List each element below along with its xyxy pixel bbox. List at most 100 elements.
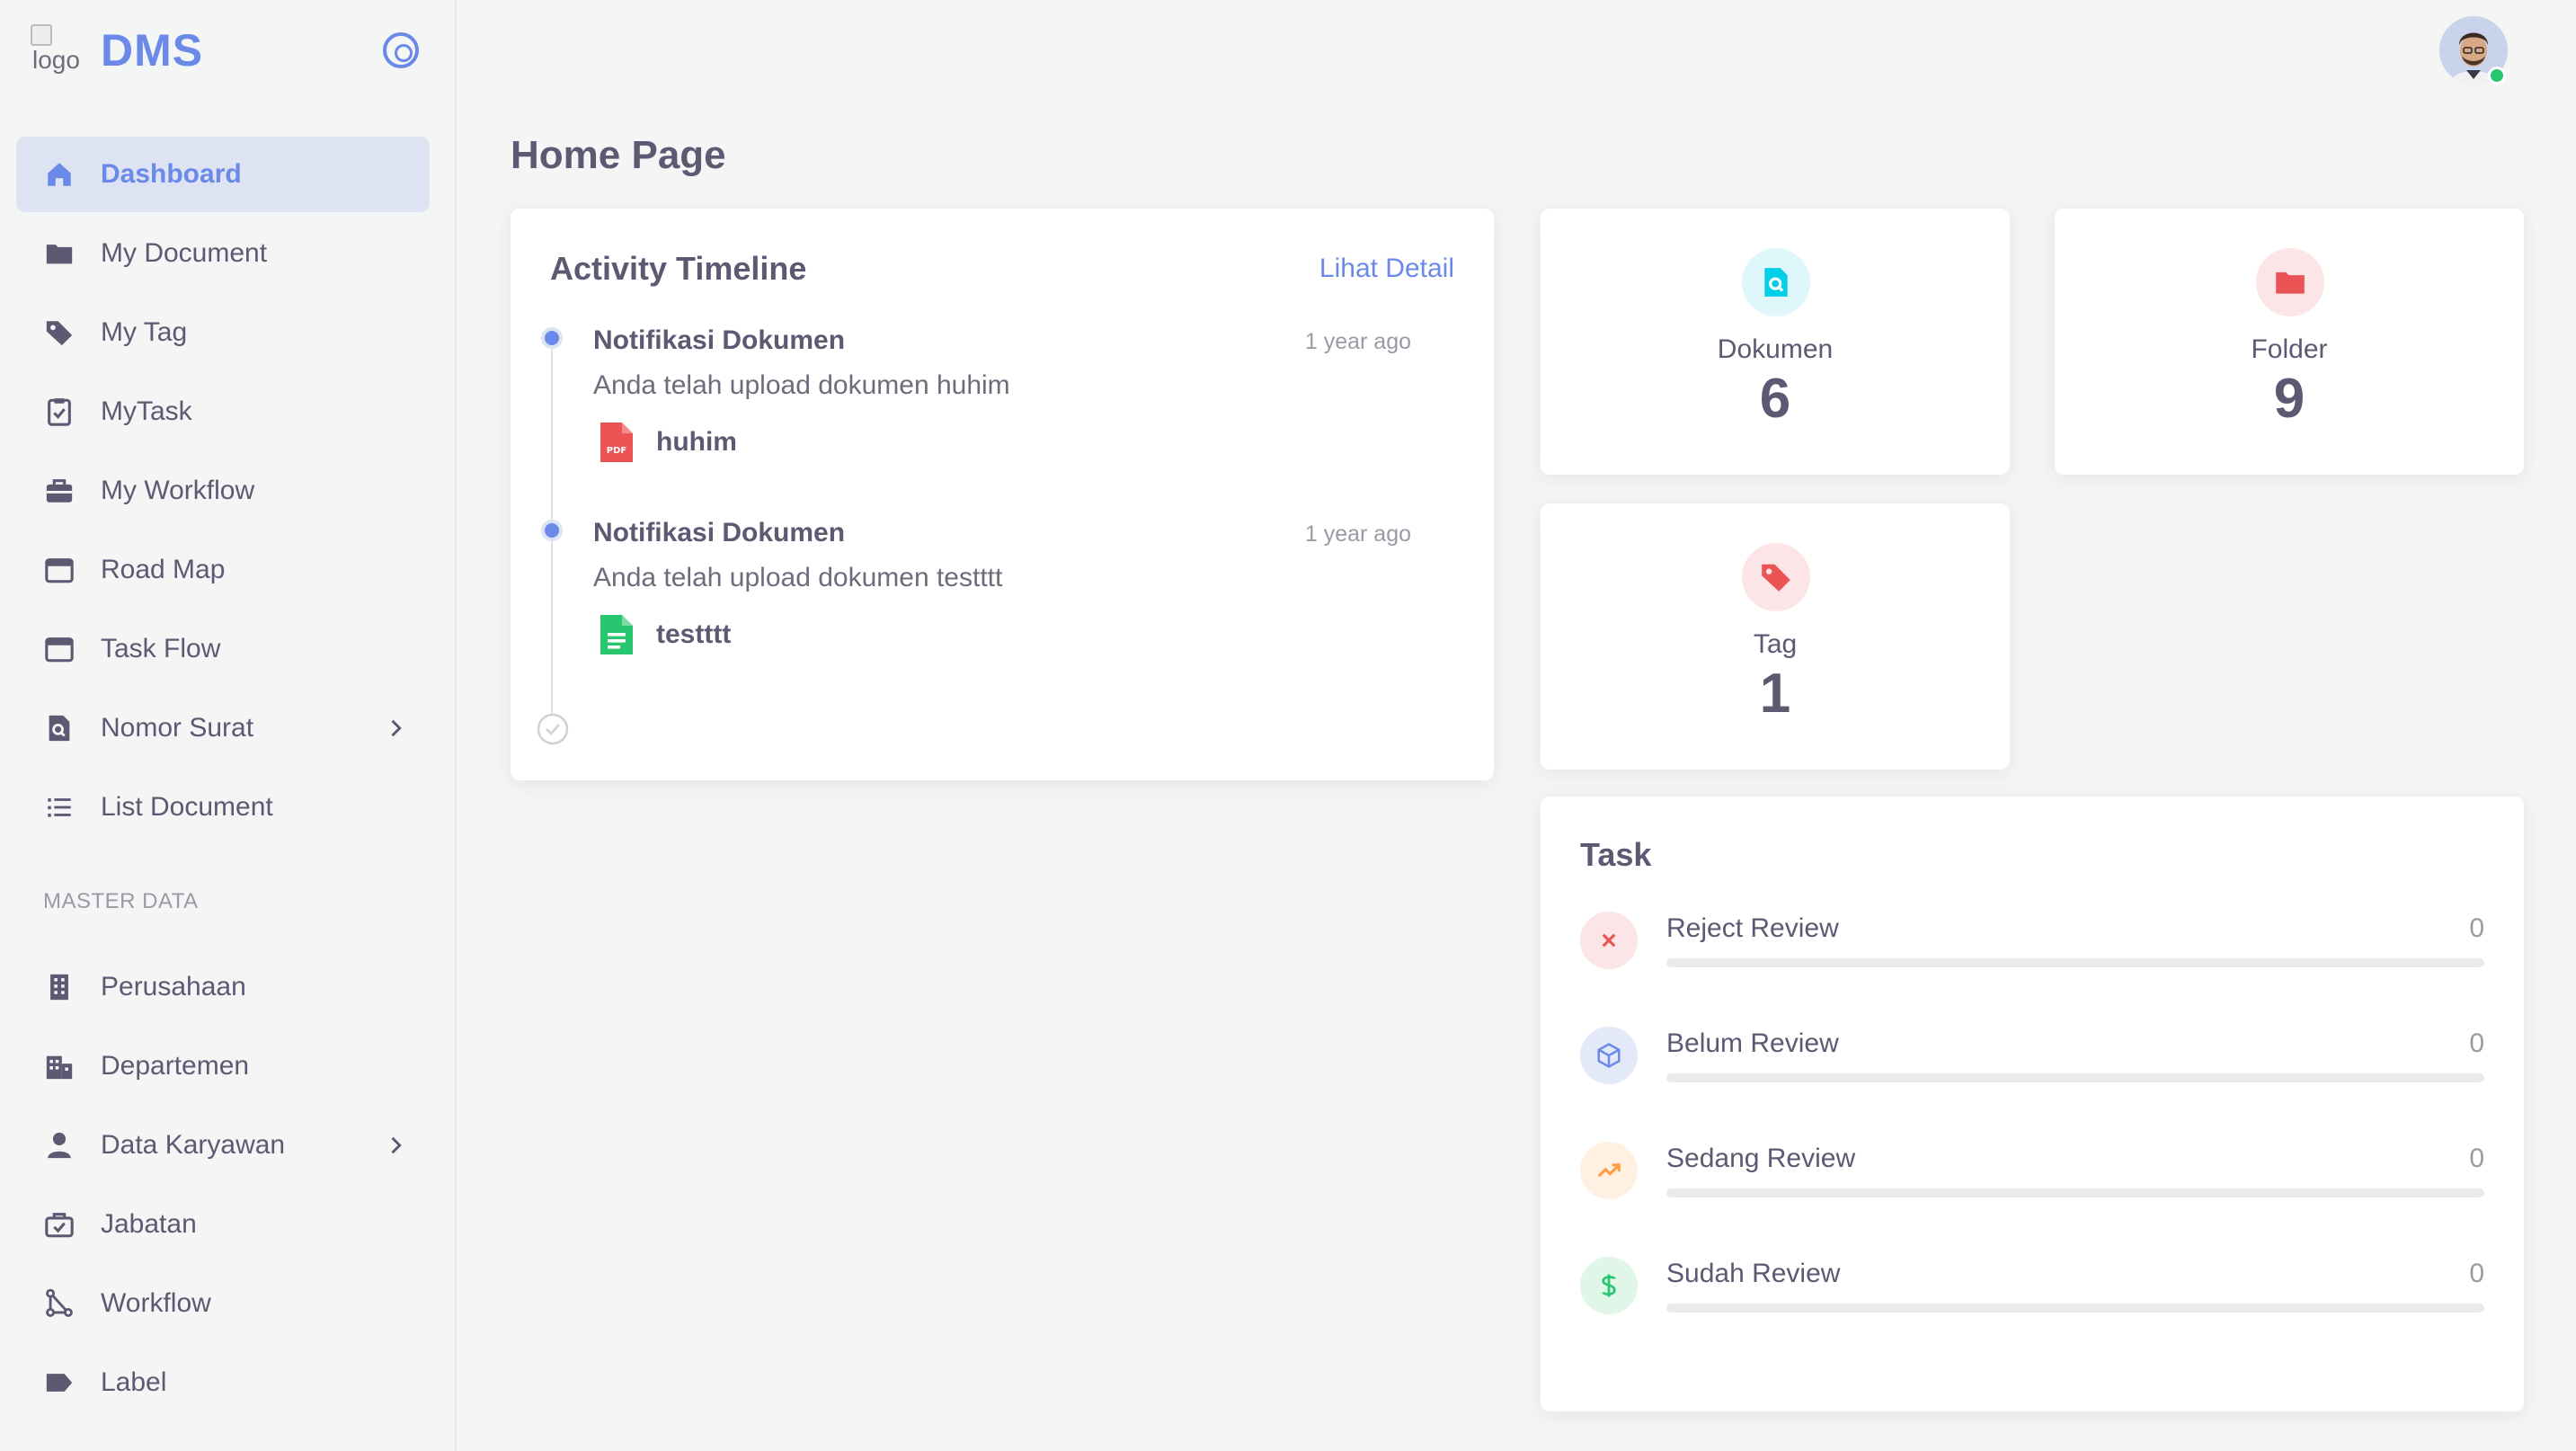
stat-card-tag[interactable]: Tag 1 <box>1541 503 2010 770</box>
sidebar-item-label: Label <box>101 1367 167 1397</box>
task-card: Task Reject Review 0 Belum Review 0 Seda… <box>1541 797 2524 1411</box>
briefcase-check-icon <box>43 1208 76 1241</box>
sidebar-item-departemen[interactable]: Departemen <box>16 1028 430 1104</box>
sidebar-item-label: List Document <box>101 792 273 822</box>
folder-icon <box>43 237 76 270</box>
window-icon <box>43 554 76 586</box>
sidebar-item-my-tag[interactable]: My Tag <box>16 295 430 370</box>
user-icon <box>43 1129 76 1162</box>
sidebar-item-task-flow[interactable]: Task Flow <box>16 611 430 687</box>
task-value: 0 <box>2469 1028 2484 1058</box>
stat-label: Tag <box>1753 629 1798 659</box>
dollar-icon <box>1580 1257 1638 1314</box>
chevron-right-icon <box>391 1136 402 1154</box>
logo-alt-text: logo <box>32 46 80 74</box>
stat-value: 6 <box>1759 368 1791 430</box>
buildings-icon <box>43 1050 76 1082</box>
timeline-title: Activity Timeline <box>550 250 807 287</box>
box-icon <box>1580 1027 1638 1084</box>
document-search-icon <box>1742 248 1810 316</box>
sidebar-item-label: Data Karyawan <box>101 1130 286 1160</box>
sidebar-item-road-map[interactable]: Road Map <box>16 532 430 608</box>
task-label: Sudah Review <box>1666 1259 1841 1288</box>
document-file-icon <box>600 615 633 654</box>
stat-card-dokumen[interactable]: Dokumen 6 <box>1541 209 2010 475</box>
task-progress-bar <box>1666 1073 2484 1082</box>
sidebar-item-list-document[interactable]: List Document <box>16 770 430 845</box>
list-icon <box>43 791 76 823</box>
check-circle-icon <box>537 713 569 745</box>
sidebar-item-label-menu[interactable]: Label <box>16 1345 430 1420</box>
sidebar-item-dashboard[interactable]: Dashboard <box>16 137 430 212</box>
timeline-file-attachment[interactable]: testttt <box>599 613 731 656</box>
timeline-file-name: testttt <box>656 619 732 649</box>
brand-name: DMS <box>101 25 204 76</box>
master-data-header: MASTER DATA <box>43 889 199 913</box>
stat-card-folder[interactable]: Folder 9 <box>2055 209 2524 475</box>
workflow-icon <box>43 1287 76 1320</box>
sidebar-item-label: MyTask <box>101 396 192 426</box>
sidebar-item-data-karyawan[interactable]: Data Karyawan <box>16 1108 430 1183</box>
activity-timeline-card: Activity Timeline Lihat Detail Notifikas… <box>511 209 1494 780</box>
sidebar-item-label: Road Map <box>101 555 226 584</box>
sidebar-item-perusahaan[interactable]: Perusahaan <box>16 949 430 1025</box>
tag-icon <box>43 316 76 349</box>
task-row-sudah-review[interactable]: Sudah Review 0 <box>1580 1257 2484 1329</box>
timeline-item-description: Anda telah upload dokumen testttt <box>593 563 1003 592</box>
broken-image-icon <box>31 24 52 46</box>
sidebar-item-label: My Workflow <box>101 476 255 505</box>
window-icon <box>43 633 76 665</box>
task-value: 0 <box>2469 913 2484 943</box>
timeline-item-heading: Notifikasi Dokumen <box>593 518 846 547</box>
sidebar-item-label: Task Flow <box>101 634 221 663</box>
svg-text:PDF: PDF <box>607 446 626 456</box>
logo-image: logo <box>31 24 83 76</box>
task-value: 0 <box>2469 1144 2484 1173</box>
timeline-item-heading: Notifikasi Dokumen <box>593 325 846 355</box>
briefcase-icon <box>43 475 76 507</box>
timeline-item-description: Anda telah upload dokumen huhim <box>593 370 1010 400</box>
sidebar-item-nomor-surat[interactable]: Nomor Surat <box>16 690 430 766</box>
collapse-toggle-icon[interactable] <box>383 32 419 68</box>
view-detail-link[interactable]: Lihat Detail <box>1319 254 1454 284</box>
x-icon <box>1580 912 1638 969</box>
stat-value: 9 <box>2273 368 2305 430</box>
sidebar-item-workflow[interactable]: Workflow <box>16 1266 430 1341</box>
sidebar-item-label: Jabatan <box>101 1209 197 1239</box>
timeline-dot <box>541 327 563 349</box>
task-label: Belum Review <box>1666 1028 1839 1058</box>
timeline-item-time: 1 year ago <box>1304 329 1411 354</box>
sidebar-item-mytask[interactable]: MyTask <box>16 374 430 450</box>
timeline-dot <box>541 520 563 541</box>
task-progress-bar <box>1666 958 2484 967</box>
label-icon <box>43 1366 76 1399</box>
file-search-icon <box>43 712 76 744</box>
clipboard-check-icon <box>43 396 76 428</box>
stat-label: Folder <box>2251 334 2328 364</box>
sidebar-item-label: My Tag <box>101 317 188 347</box>
sidebar-item-my-document[interactable]: My Document <box>16 216 430 291</box>
stat-label: Dokumen <box>1717 334 1834 364</box>
task-progress-bar <box>1666 1188 2484 1197</box>
home-icon <box>43 158 76 191</box>
sidebar-item-label: Perusahaan <box>101 972 246 1001</box>
brand[interactable]: logo DMS <box>31 23 203 77</box>
task-label: Sedang Review <box>1666 1144 1856 1173</box>
task-progress-bar <box>1666 1304 2484 1313</box>
sidebar-item-my-workflow[interactable]: My Workflow <box>16 453 430 529</box>
chevron-right-icon <box>391 719 402 737</box>
trending-up-icon <box>1580 1142 1638 1199</box>
task-row-sedang-review[interactable]: Sedang Review 0 <box>1580 1142 2484 1214</box>
task-row-belum-review[interactable]: Belum Review 0 <box>1580 1027 2484 1099</box>
stat-value: 1 <box>1759 663 1791 725</box>
sidebar-nav: Dashboard My Document My Tag MyTask My W… <box>16 137 430 1424</box>
tag-icon <box>1742 543 1810 611</box>
sidebar-item-label: Workflow <box>101 1288 211 1318</box>
timeline-file-attachment[interactable]: PDF huhim <box>599 421 737 464</box>
task-value: 0 <box>2469 1259 2484 1288</box>
sidebar-item-jabatan[interactable]: Jabatan <box>16 1187 430 1262</box>
task-row-reject-review[interactable]: Reject Review 0 <box>1580 912 2484 984</box>
page-title: Home Page <box>511 133 726 177</box>
sidebar: logo DMS Dashboard My Document My Tag My… <box>0 0 457 1451</box>
pdf-file-icon: PDF <box>600 423 633 462</box>
